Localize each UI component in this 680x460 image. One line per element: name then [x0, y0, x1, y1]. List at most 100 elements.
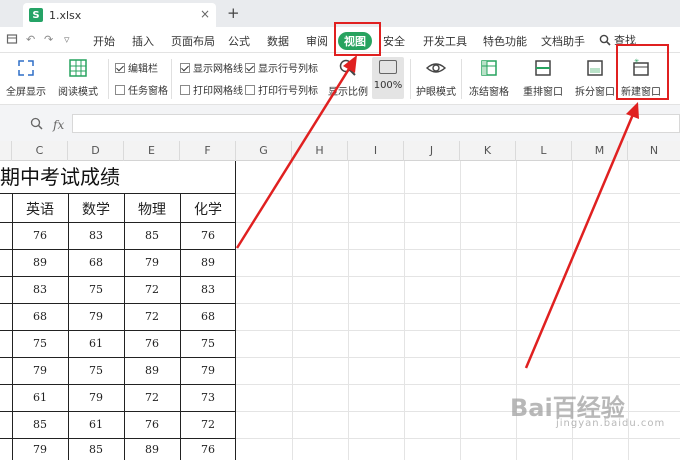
table-cell[interactable]: 72	[124, 283, 180, 296]
menu-home[interactable]: 开始	[93, 33, 115, 49]
edit-bar-checkbox[interactable]: 编辑栏	[115, 60, 158, 75]
header-cell-english[interactable]: 英语	[12, 199, 68, 219]
table-cell[interactable]: 85	[124, 229, 180, 242]
document-tab[interactable]: S 1.xlsx ×	[23, 3, 216, 27]
column-header[interactable]: I	[348, 141, 404, 161]
table-border	[0, 384, 236, 385]
table-cell[interactable]: 89	[180, 256, 236, 269]
redo-icon[interactable]: ↷	[44, 33, 53, 46]
table-cell[interactable]: 68	[180, 310, 236, 323]
split-window-button[interactable]: 拆分窗口	[575, 57, 615, 98]
table-cell[interactable]: 79	[12, 443, 68, 456]
table-cell[interactable]: 79	[12, 364, 68, 377]
fullscreen-label: 全屏显示	[6, 87, 46, 98]
actual-size-icon	[379, 60, 397, 74]
header-cell-physics[interactable]: 物理	[124, 199, 180, 219]
table-cell[interactable]: 72	[124, 391, 180, 404]
eye-mode-button[interactable]: 护眼模式	[416, 57, 456, 98]
table-cell[interactable]: 79	[68, 310, 124, 323]
column-header[interactable]: H	[292, 141, 348, 161]
table-cell[interactable]: 76	[124, 337, 180, 350]
table-cell[interactable]: 85	[12, 418, 68, 431]
table-cell[interactable]: 89	[12, 256, 68, 269]
table-cell[interactable]: 79	[180, 364, 236, 377]
column-header[interactable]: F	[180, 141, 236, 161]
column-header[interactable]: M	[572, 141, 628, 161]
formula-input[interactable]	[72, 114, 680, 133]
table-cell[interactable]: 83	[12, 283, 68, 296]
header-cell-math[interactable]: 数学	[68, 199, 124, 219]
table-cell[interactable]: 79	[124, 256, 180, 269]
table-cell[interactable]: 61	[68, 337, 124, 350]
customize-dropdown-icon[interactable]: ▿	[64, 33, 70, 46]
table-cell[interactable]: 68	[12, 310, 68, 323]
eye-mode-label: 护眼模式	[416, 87, 456, 98]
sheet-title[interactable]: 期中考试成绩	[0, 161, 235, 193]
table-cell[interactable]: 72	[180, 418, 236, 431]
checkbox-checked-icon	[180, 62, 190, 73]
home-icon[interactable]	[6, 33, 18, 48]
zoom-100-button[interactable]: 100%	[372, 57, 404, 99]
column-header[interactable]: N	[628, 141, 680, 161]
fullscreen-button[interactable]: 全屏显示	[6, 57, 46, 98]
column-header[interactable]: G	[236, 141, 292, 161]
menu-insert[interactable]: 插入	[132, 33, 154, 49]
table-cell[interactable]: 83	[180, 283, 236, 296]
task-pane-checkbox[interactable]: 任务窗格	[115, 82, 168, 97]
read-mode-button[interactable]: 阅读模式	[58, 57, 98, 98]
read-mode-icon	[67, 57, 89, 79]
menu-review[interactable]: 审阅	[306, 33, 328, 49]
table-border	[0, 330, 236, 331]
column-header-partial[interactable]	[0, 141, 12, 161]
table-cell[interactable]: 79	[68, 391, 124, 404]
table-cell[interactable]: 75	[68, 364, 124, 377]
table-border	[0, 249, 236, 250]
arrange-windows-button[interactable]: 重排窗口	[523, 57, 563, 98]
table-cell[interactable]: 68	[68, 256, 124, 269]
table-cell[interactable]: 89	[124, 364, 180, 377]
menu-page-layout[interactable]: 页面布局	[171, 33, 215, 49]
show-headers-checkbox[interactable]: 显示行号列标	[245, 60, 318, 75]
table-cell[interactable]: 75	[12, 337, 68, 350]
freeze-panes-button[interactable]: 冻结窗格	[469, 57, 509, 98]
header-cell-chemistry[interactable]: 化学	[180, 199, 236, 219]
column-header[interactable]: D	[68, 141, 124, 161]
table-cell[interactable]: 76	[180, 229, 236, 242]
table-cell[interactable]: 76	[124, 418, 180, 431]
table-border	[0, 411, 236, 412]
menu-security[interactable]: 安全	[383, 33, 405, 49]
new-tab-button[interactable]: +	[227, 4, 240, 22]
menu-doc-assistant[interactable]: 文档助手	[541, 33, 585, 49]
gridline	[236, 276, 680, 277]
gridline	[236, 193, 680, 194]
column-header[interactable]: C	[12, 141, 68, 161]
print-gridlines-checkbox[interactable]: 打印网格线	[180, 82, 243, 97]
column-header[interactable]: E	[124, 141, 180, 161]
new-window-highlight-box	[616, 44, 669, 100]
insert-function-icon[interactable]: fx	[53, 118, 64, 132]
column-header[interactable]: J	[404, 141, 460, 161]
table-cell[interactable]: 61	[68, 418, 124, 431]
show-gridlines-checkbox[interactable]: 显示网格线	[180, 60, 243, 75]
table-cell[interactable]: 75	[68, 283, 124, 296]
table-cell[interactable]: 89	[124, 443, 180, 456]
zoom-formula-icon[interactable]	[30, 117, 43, 133]
table-cell[interactable]: 85	[68, 443, 124, 456]
table-cell[interactable]: 76	[12, 229, 68, 242]
close-tab-icon[interactable]: ×	[200, 7, 210, 21]
menu-formulas[interactable]: 公式	[228, 33, 250, 49]
zoom-ratio-button[interactable]: 显示比例	[328, 57, 368, 98]
table-cell[interactable]: 61	[12, 391, 68, 404]
table-cell[interactable]: 73	[180, 391, 236, 404]
menu-data[interactable]: 数据	[267, 33, 289, 49]
print-headers-checkbox[interactable]: 打印行号列标	[245, 82, 318, 97]
menu-features[interactable]: 特色功能	[483, 33, 527, 49]
column-header[interactable]: K	[460, 141, 516, 161]
undo-icon[interactable]: ↶	[26, 33, 35, 46]
table-cell[interactable]: 76	[180, 443, 236, 456]
menu-developer[interactable]: 开发工具	[423, 33, 467, 49]
table-cell[interactable]: 83	[68, 229, 124, 242]
table-cell[interactable]: 75	[180, 337, 236, 350]
column-header[interactable]: L	[516, 141, 572, 161]
table-cell[interactable]: 72	[124, 310, 180, 323]
